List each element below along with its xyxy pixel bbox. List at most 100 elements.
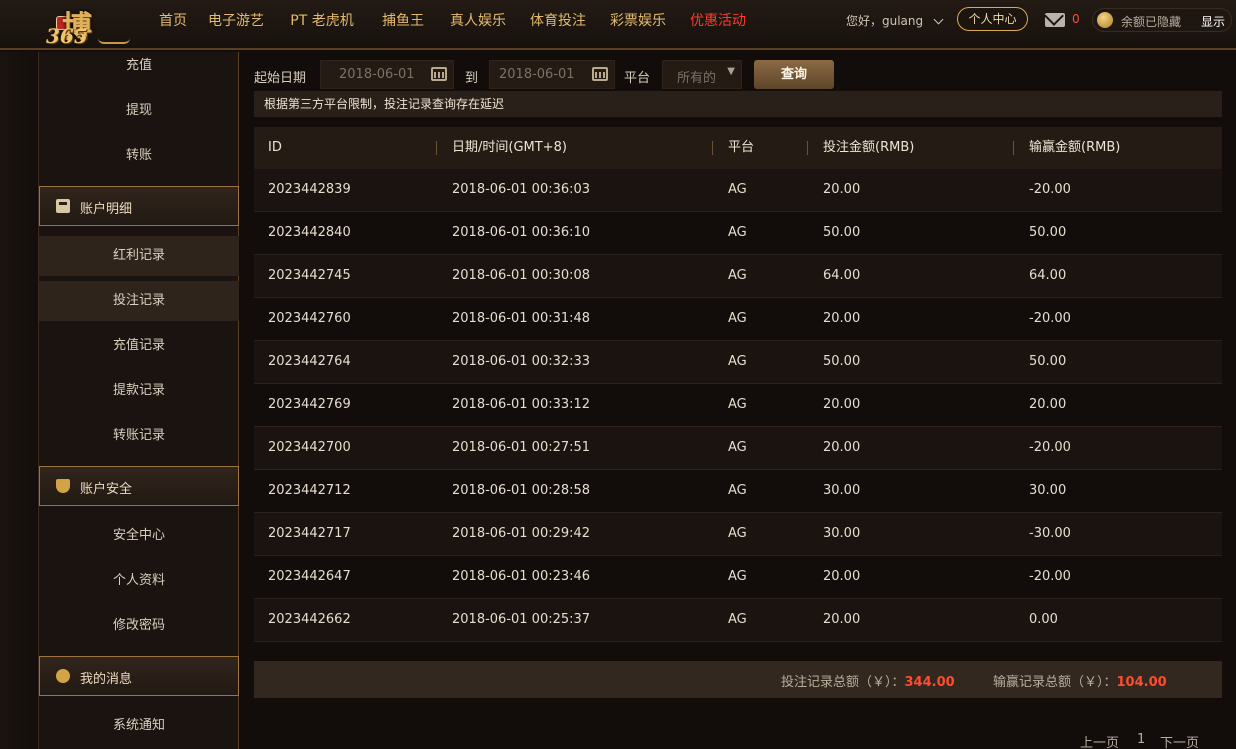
table-body: 2023442839 2018-06-01 00:36:03 AG 20.00 -20.… [254,169,1222,642]
calendar-icon[interactable] [592,67,608,81]
cell-id: 2023442647 [268,569,351,584]
current-page[interactable]: 1 [1137,732,1145,747]
prev-page-link[interactable]: 上一页 [1080,732,1119,749]
cell-id: 2023442764 [268,354,351,369]
start-date-value: 2018-06-01 [339,67,415,82]
col-header-platform: 平台 [728,140,755,155]
cell-datetime: 2018-06-01 00:28:58 [452,483,591,498]
table-row: 2023442760 2018-06-01 00:31:48 AG 20.00 -20.… [254,298,1222,341]
sidebar-group-label: 我的消息 [80,672,133,687]
sidebar-group-account-security[interactable]: 账户安全 [39,466,239,506]
cell-datetime: 2018-06-01 00:29:42 [452,526,591,541]
query-button[interactable]: 查询 [754,60,834,89]
shield-icon [56,479,70,493]
show-balance-button[interactable]: 显示 [1201,13,1225,30]
sidebar-item-system-notice[interactable]: 系统通知 [39,706,239,746]
cell-bet-amount: 30.00 [823,483,861,498]
nav-item-2[interactable]: PT 老虎机 [276,0,368,42]
sidebar-group-label: 账户明细 [80,202,133,217]
table-row: 2023442717 2018-06-01 00:29:42 AG 30.00 -30.… [254,513,1222,556]
col-header-id: ID [268,140,282,155]
sidebar-item-profile[interactable]: 个人资料 [39,561,239,601]
personal-center-button[interactable]: 个人中心 [957,7,1028,31]
sidebar-item-transfer[interactable]: 转账 [39,136,239,176]
sidebar-item-withdraw[interactable]: 提现 [39,91,239,131]
cell-id: 2023442745 [268,268,351,283]
chevron-down-icon [933,14,944,25]
nav-item-0[interactable]: 首页 [150,0,196,42]
table-row: 2023442769 2018-06-01 00:33:12 AG 20.00 20.0… [254,384,1222,427]
logo-swirl [98,38,130,44]
sidebar: 充值 提现 转账 账户明细 红利记录 投注记录 充值记录 提款记录 转账记录 账… [38,52,239,749]
start-date-input[interactable]: 2018-06-01 [320,60,454,89]
nav-item-6[interactable]: 彩票娱乐 [598,0,678,42]
sidebar-group-account-details[interactable]: 账户明细 [39,186,239,226]
cell-id: 2023442769 [268,397,351,412]
cell-datetime: 2018-06-01 00:25:37 [452,612,591,627]
sidebar-group-messages[interactable]: 我的消息 [39,656,239,696]
cell-bet-amount: 20.00 [823,569,861,584]
sidebar-item-bet-records[interactable]: 投注记录 [39,281,239,321]
table-row: 2023442712 2018-06-01 00:28:58 AG 30.00 30.0… [254,470,1222,513]
site-logo[interactable]: 博 365 [40,2,130,48]
table-row: 2023442647 2018-06-01 00:23:46 AG 20.00 -20.… [254,556,1222,599]
calendar-icon[interactable] [431,67,447,81]
nav-item-5[interactable]: 体育投注 [518,0,598,42]
cell-datetime: 2018-06-01 00:36:03 [452,182,591,197]
end-date-value: 2018-06-01 [499,67,575,82]
sidebar-item-deposit[interactable]: 充值 [39,46,239,86]
table-header: ID 日期/时间(GMT+8) 平台 投注金额(RMB) 输赢金额(RMB) [254,127,1222,169]
cell-win-loss: -20.00 [1029,440,1071,455]
bet-records-table: ID 日期/时间(GMT+8) 平台 投注金额(RMB) 输赢金额(RMB) 2… [254,127,1222,642]
cell-platform: AG [728,268,747,283]
header-divider [807,141,808,155]
balance-text: 余额已隐藏 [1121,15,1182,29]
header-divider [712,141,713,155]
totals-bar: 投注记录总额（￥）：344.00 输赢记录总额（￥）：104.00 [254,661,1222,698]
end-date-input[interactable]: 2018-06-01 [489,60,615,89]
nav-item-1[interactable]: 电子游艺 [196,0,276,42]
bet-total: 投注记录总额（￥）：344.00 [781,671,955,690]
win-total: 输赢记录总额（￥）：104.00 [993,671,1167,690]
cell-platform: AG [728,612,747,627]
start-date-label: 起始日期 [254,71,307,86]
delay-notice: 根据第三方平台限制，投注记录查询存在延迟 [254,91,1222,117]
sidebar-item-security-center[interactable]: 安全中心 [39,516,239,556]
cell-platform: AG [728,354,747,369]
balance-box: 余额已隐藏 显示 [1092,8,1232,32]
cell-win-loss: 20.00 [1029,397,1067,412]
sidebar-item-transfer-records[interactable]: 转账记录 [39,416,239,456]
mail-icon[interactable] [1045,13,1065,27]
next-page-link[interactable]: 下一页 [1160,732,1199,749]
nav-item-7[interactable]: 优惠活动 [678,0,758,42]
platform-select[interactable]: 所有的 ▼ [662,60,742,89]
cell-win-loss: 64.00 [1029,268,1067,283]
header-divider [436,141,437,155]
table-row: 2023442764 2018-06-01 00:32:33 AG 50.00 50.0… [254,341,1222,384]
table-row: 2023442840 2018-06-01 00:36:10 AG 50.00 50.0… [254,212,1222,255]
cell-win-loss: 30.00 [1029,483,1067,498]
cell-id: 2023442760 [268,311,351,326]
bet-total-label: 投注记录总额（￥）： [781,675,905,690]
nav-item-3[interactable]: 捕鱼王 [368,0,438,42]
cell-id: 2023442717 [268,526,351,541]
cell-bet-amount: 20.00 [823,440,861,455]
sidebar-item-withdraw-records[interactable]: 提款记录 [39,371,239,411]
sidebar-item-bonus-records[interactable]: 红利记录 [39,236,239,276]
cell-platform: AG [728,483,747,498]
sidebar-item-deposit-records[interactable]: 充值记录 [39,326,239,366]
top-navigation-bar: 博 365 首页 电子游艺 PT 老虎机 捕鱼王 真人娱乐 体育投注 彩票娱乐 优惠活动 您好… [0,0,1236,50]
cell-platform: AG [728,569,747,584]
user-greeting[interactable]: 您好，gulang [846,12,944,29]
sidebar-item-change-password[interactable]: 修改密码 [39,606,239,646]
cell-bet-amount: 50.00 [823,354,861,369]
col-header-datetime: 日期/时间(GMT+8) [452,140,567,155]
cell-id: 2023442700 [268,440,351,455]
greeting-text: 您好，gulang [846,14,924,28]
nav-item-4[interactable]: 真人娱乐 [438,0,518,42]
cell-datetime: 2018-06-01 00:31:48 [452,311,591,326]
cell-platform: AG [728,311,747,326]
cell-bet-amount: 20.00 [823,612,861,627]
col-header-bet-amount: 投注金额(RMB) [823,140,915,155]
cell-datetime: 2018-06-01 00:23:46 [452,569,591,584]
